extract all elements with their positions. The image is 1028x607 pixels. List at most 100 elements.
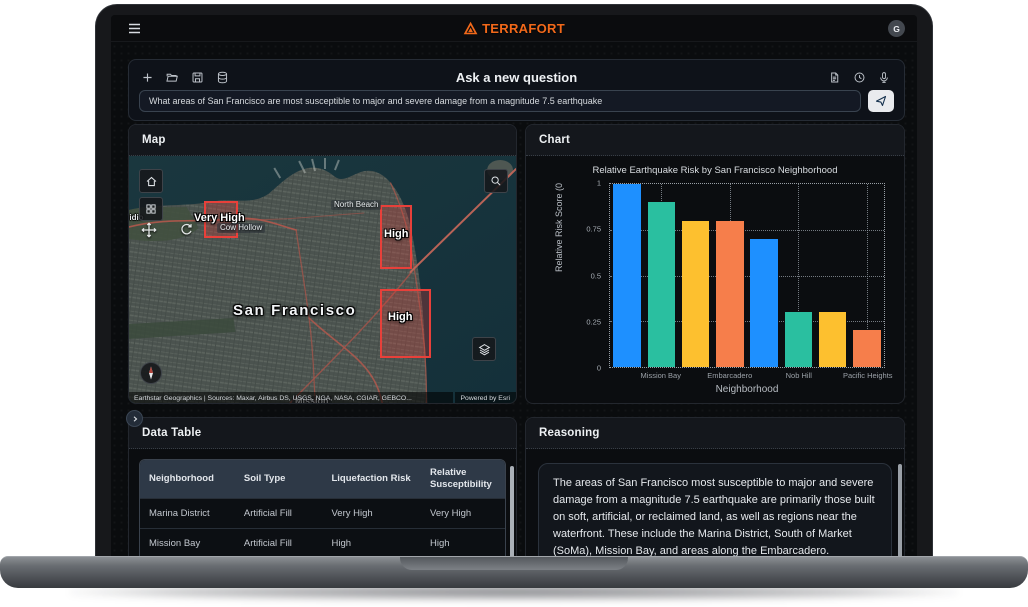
send-button[interactable]	[868, 90, 894, 112]
risk-zone-mission-bay: High	[380, 289, 431, 358]
chart-bar	[613, 184, 641, 367]
rotate-icon[interactable]	[179, 222, 195, 238]
reasoning-scrollbar[interactable]	[898, 464, 902, 561]
data-table-panel: Data Table Neighborhood Soil Type Liquefac…	[128, 417, 517, 561]
table-row[interactable]: Mission Bay Artificial Fill High High	[140, 527, 505, 559]
table-panel-title: Data Table	[142, 427, 202, 439]
reasoning-panel-header: Reasoning	[526, 418, 904, 449]
map-canvas[interactable]: Very High High High San Francisco North …	[129, 156, 516, 403]
terrafort-logo: TERRAFORT	[463, 21, 565, 36]
y-tick-label: 1	[596, 178, 601, 188]
x-tick-label: Mission Bay	[640, 371, 681, 380]
reasoning-panel-title: Reasoning	[539, 427, 600, 439]
city-label: San Francisco	[233, 302, 357, 319]
reasoning-text: The areas of San Francisco most suscepti…	[553, 477, 875, 558]
laptop-base	[0, 556, 1028, 588]
chart-bar	[647, 202, 676, 367]
chart-bar	[818, 312, 847, 367]
layers-button[interactable]	[472, 337, 496, 361]
y-tick-label: 0.5	[590, 271, 601, 280]
reasoning-box: The areas of San Francisco most suscepti…	[538, 463, 892, 561]
risk-zone-label: High	[384, 228, 409, 240]
ask-input-row	[139, 90, 894, 112]
y-tick-label: 0.75	[586, 224, 601, 234]
column-header: Relative Susceptibility	[430, 467, 492, 490]
table-body: Marina District Artificial Fill Very High V…	[140, 497, 505, 561]
terrafort-logo-icon	[463, 21, 478, 35]
column-header: Neighborhood	[149, 472, 214, 484]
column-header: Liquefaction Risk	[331, 472, 411, 484]
x-tick-label: Embarcadero	[707, 371, 753, 380]
chart-panel-header: Chart	[526, 125, 904, 156]
new-question-button[interactable]	[139, 69, 155, 85]
chart-xlabel: Neighborhood	[715, 384, 779, 395]
microphone-button[interactable]	[876, 69, 892, 85]
avatar-initial: G	[893, 23, 900, 34]
logo-text: TERRAFORT	[482, 20, 565, 36]
laptop-base-notch	[400, 557, 628, 570]
expand-row-button[interactable]	[126, 410, 143, 427]
table-panel-header: Data Table	[129, 418, 516, 449]
risk-zone-label: High	[388, 311, 413, 323]
map-attribution: Earthstar Geographics | Sources: Maxar, …	[129, 392, 516, 403]
map-home-button[interactable]	[139, 169, 163, 193]
database-button[interactable]	[214, 69, 230, 85]
north-beach-label: North Beach	[331, 200, 382, 210]
ask-panel: Ask a new question	[128, 59, 905, 121]
cow-hollow-label: Cow Hollow	[217, 223, 266, 233]
chart-bar	[716, 220, 744, 367]
save-button[interactable]	[189, 69, 205, 85]
search-icon	[490, 175, 502, 187]
chevron-right-icon	[131, 415, 139, 423]
table-scrollbar[interactable]	[510, 466, 514, 558]
chart-bar	[853, 330, 881, 367]
open-folder-button[interactable]	[164, 69, 180, 85]
script-button[interactable]	[826, 69, 842, 85]
chart-yaxis: 0 0.25 0.5 0.75 1	[579, 179, 605, 373]
chart-title: Relative Earthquake Risk by San Francisc…	[592, 165, 838, 176]
chart-xaxis: Mission Bay Embarcadero Nob Hill Pacific He…	[609, 371, 893, 382]
map-panel-title: Map	[142, 134, 166, 146]
layers-icon	[478, 343, 491, 356]
table-row[interactable]: Marina District Artificial Fill Very High V…	[140, 497, 505, 529]
page: TERRAFORT G Ask a new question What area…	[0, 0, 1028, 607]
chart-bar	[784, 312, 813, 367]
x-tick-label: Nob Hill	[785, 371, 812, 380]
toolbar-right-group	[826, 69, 892, 85]
ask-toolbar: Ask a new question	[139, 65, 894, 89]
powered-by-esri: Powered by Esri	[454, 392, 516, 403]
app-window: TERRAFORT G Ask a new question What area…	[111, 15, 917, 561]
chart-body: Relative Earthquake Risk by San Francisc…	[526, 156, 904, 403]
question-input[interactable]	[139, 90, 861, 112]
chart-panel-title: Chart	[539, 134, 571, 146]
hamburger-icon	[128, 23, 141, 34]
chart-bar	[750, 238, 778, 367]
compass-icon	[145, 366, 157, 380]
bar-chart-plot[interactable]	[609, 183, 885, 368]
attribution-text: Earthstar Geographics | Sources: Maxar, …	[129, 392, 453, 403]
user-avatar[interactable]: G	[888, 20, 905, 37]
history-button[interactable]	[851, 69, 867, 85]
map-panel-header: Map	[129, 125, 516, 156]
map-panel: Map Very High High High San Francisco No…	[128, 124, 517, 404]
risk-zone-embarcadero: High	[380, 205, 412, 269]
home-icon	[145, 175, 158, 188]
laptop-frame: TERRAFORT G Ask a new question What area…	[95, 4, 933, 561]
satellite-basemap	[129, 156, 516, 403]
compass-button[interactable]	[140, 362, 162, 384]
send-icon	[875, 95, 887, 107]
chart-panel: Chart Relative Earthquake Risk by San Fr…	[525, 124, 905, 404]
pan-icon[interactable]	[141, 222, 157, 238]
y-tick-label: 0.25	[586, 317, 601, 327]
grid-icon	[145, 203, 157, 215]
basemap-gallery-button[interactable]	[139, 197, 163, 221]
column-header: Soil Type	[243, 472, 286, 484]
map-search-button[interactable]	[484, 169, 508, 193]
data-table: Neighborhood Soil Type Liquefaction Risk Re…	[139, 459, 506, 561]
x-tick-label: Pacific Heights	[842, 371, 893, 380]
y-tick-label: 0	[596, 363, 601, 373]
reasoning-panel: Reasoning The areas of San Francisco mos…	[525, 417, 905, 561]
table-header-row: Neighborhood Soil Type Liquefaction Risk Re…	[140, 460, 505, 499]
chart-ylabel: Relative Risk Score (0	[554, 183, 564, 273]
menu-button[interactable]	[125, 19, 143, 37]
